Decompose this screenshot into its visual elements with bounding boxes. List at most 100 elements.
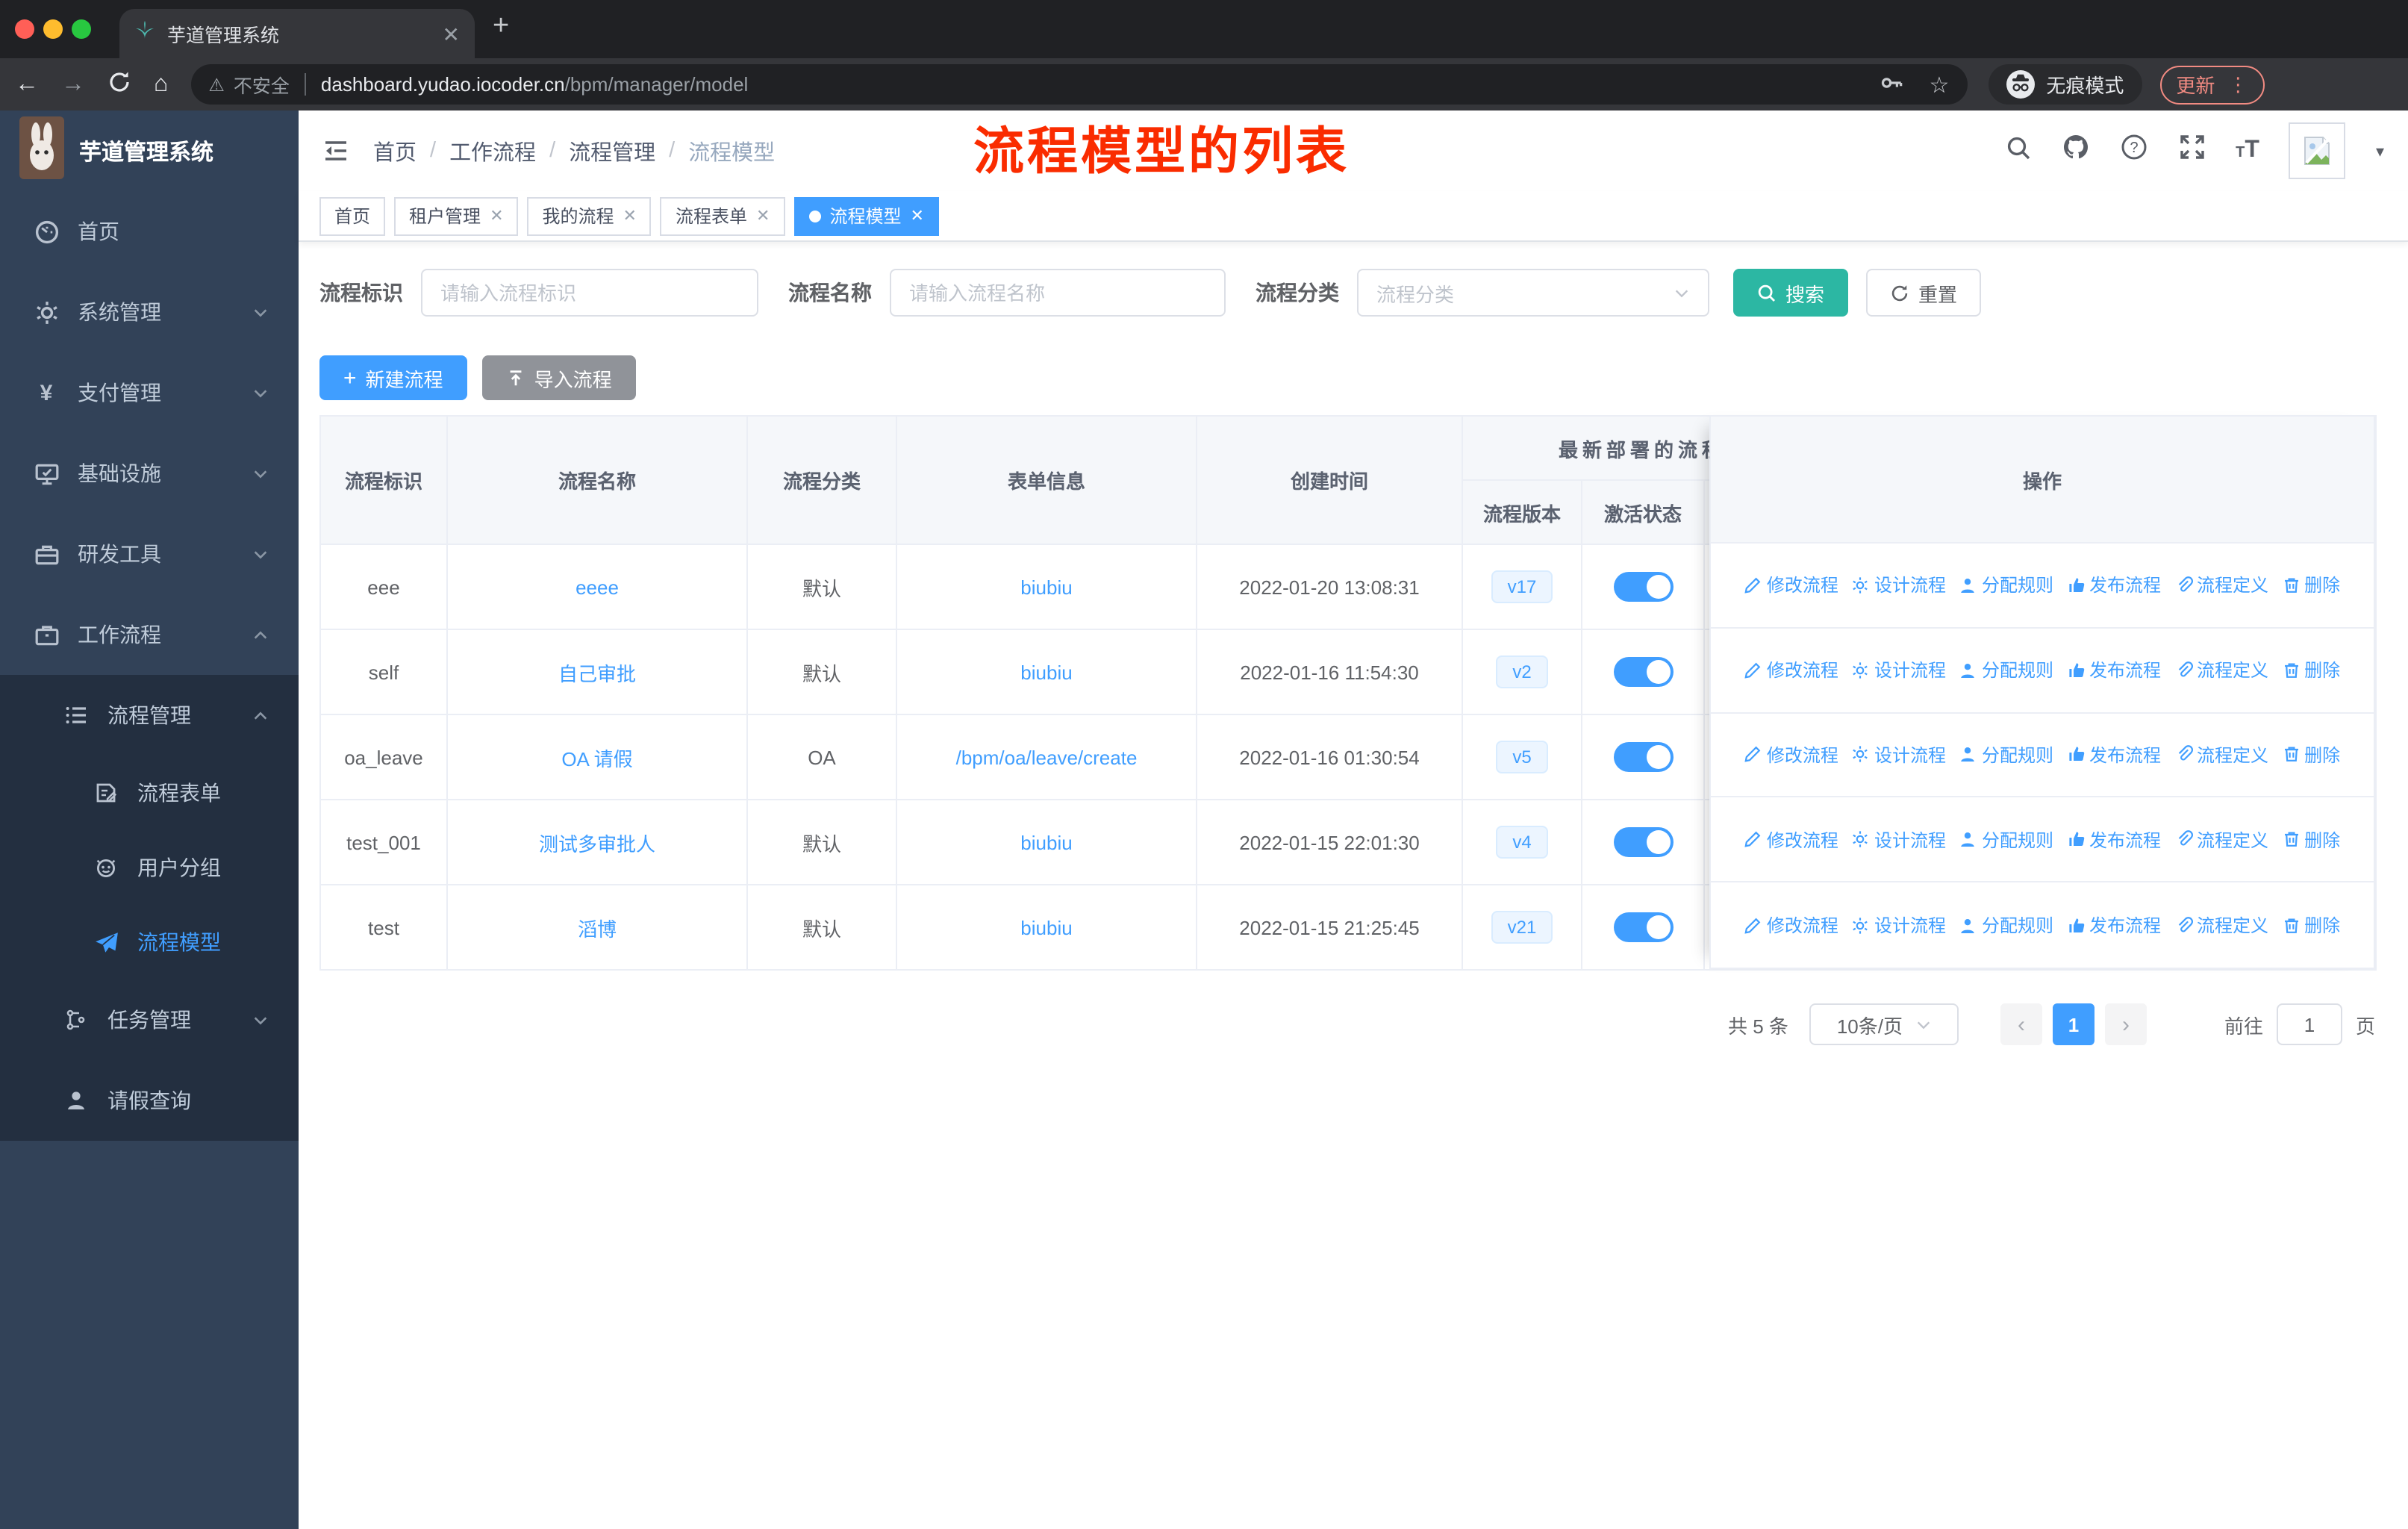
url-path[interactable]: /bpm/manager/model (565, 73, 749, 96)
active-status-toggle[interactable] (1613, 912, 1673, 942)
tab-close-icon[interactable]: ✕ (443, 23, 460, 44)
design-process-link[interactable]: 设计流程 (1852, 827, 1946, 853)
design-process-link[interactable]: 设计流程 (1852, 573, 1946, 598)
delete-process-link[interactable]: 删除 (2282, 657, 2340, 682)
import-process-button[interactable]: 导入流程 (481, 355, 636, 400)
design-process-link[interactable]: 设计流程 (1852, 742, 1946, 767)
active-status-toggle[interactable] (1613, 742, 1673, 772)
category-select[interactable]: 流程分类 (1357, 269, 1709, 317)
page-size-select[interactable]: 10条/页 (1809, 1003, 1959, 1045)
breadcrumb-item[interactable]: 流程管理 (569, 135, 655, 166)
prev-page-button[interactable]: ‹ (2000, 1003, 2042, 1045)
active-status-toggle[interactable] (1613, 572, 1673, 602)
publish-process-link[interactable]: 发布流程 (2067, 912, 2161, 938)
update-label[interactable]: 更新 (2176, 70, 2215, 99)
forward-icon[interactable]: → (61, 72, 85, 96)
process-definition-link[interactable]: 流程定义 (2174, 573, 2268, 598)
minimize-window-button[interactable] (43, 19, 63, 39)
form-info-link[interactable]: biubiu (1020, 916, 1072, 938)
close-icon[interactable]: ✕ (756, 206, 770, 225)
assign-rule-link[interactable]: 分配规则 (1959, 912, 2053, 938)
search-icon[interactable] (2004, 134, 2031, 168)
close-icon[interactable]: ✕ (490, 206, 503, 225)
publish-process-link[interactable]: 发布流程 (2067, 657, 2161, 682)
browser-menu-button[interactable]: 更新 ⋮ (2159, 65, 2265, 104)
process-definition-link[interactable]: 流程定义 (2174, 657, 2268, 682)
design-process-link[interactable]: 设计流程 (1852, 657, 1946, 682)
active-status-toggle[interactable] (1613, 657, 1673, 687)
home-icon[interactable]: ⌂ (154, 72, 168, 96)
sidebar-item-process-mgmt[interactable]: 流程管理 (0, 675, 299, 756)
process-definition-link[interactable]: 流程定义 (2174, 742, 2268, 767)
sidebar-item-leave-query[interactable]: 请假查询 (0, 1060, 299, 1141)
address-bar[interactable]: ⚠ 不安全 dashboard.yudao.iocoder.cn /bpm/ma… (190, 64, 1968, 105)
design-process-link[interactable]: 设计流程 (1852, 912, 1946, 938)
delete-process-link[interactable]: 删除 (2282, 912, 2340, 938)
publish-process-link[interactable]: 发布流程 (2067, 573, 2161, 598)
sidebar-item-payment[interactable]: ¥ 支付管理 (0, 352, 299, 433)
github-icon[interactable] (2061, 133, 2089, 169)
security-label[interactable]: 不安全 (234, 70, 290, 99)
sidebar-item-infra[interactable]: 基础设施 (0, 433, 299, 514)
sidebar-item-workflow[interactable]: 工作流程 (0, 594, 299, 675)
bookmark-star-icon[interactable]: ☆ (1929, 71, 1949, 98)
security-warning-icon[interactable]: ⚠ (208, 74, 225, 95)
tag-process-form[interactable]: 流程表单 ✕ (660, 196, 785, 235)
edit-process-link[interactable]: 修改流程 (1744, 657, 1838, 682)
fullscreen-icon[interactable] (2177, 133, 2206, 169)
process-name-link[interactable]: 自己审批 (558, 662, 636, 685)
form-info-link[interactable]: biubiu (1020, 661, 1072, 683)
app-logo[interactable]: 芋道管理系统 (0, 110, 299, 191)
assign-rule-link[interactable]: 分配规则 (1959, 657, 2053, 682)
tag-home[interactable]: 首页 (319, 196, 386, 235)
process-name-link[interactable]: 测试多审批人 (539, 832, 655, 855)
current-page-button[interactable]: 1 (2052, 1003, 2094, 1045)
process-name-input[interactable] (890, 269, 1226, 317)
kebab-menu-icon[interactable]: ⋮ (2228, 72, 2248, 96)
delete-process-link[interactable]: 删除 (2282, 827, 2340, 853)
sidebar-item-home[interactable]: 首页 (0, 191, 299, 272)
assign-rule-link[interactable]: 分配规则 (1959, 573, 2053, 598)
process-id-input[interactable] (421, 269, 758, 317)
form-info-link[interactable]: biubiu (1020, 831, 1072, 853)
edit-process-link[interactable]: 修改流程 (1744, 827, 1838, 853)
new-tab-button[interactable]: + (493, 10, 509, 43)
reset-button[interactable]: 重置 (1866, 269, 1982, 317)
browser-tab[interactable]: 芋道管理系统 ✕ (119, 9, 475, 58)
tag-process-model[interactable]: 流程模型 ✕ (793, 196, 939, 235)
maximize-window-button[interactable] (72, 19, 91, 39)
active-status-toggle[interactable] (1613, 827, 1673, 857)
url-host[interactable]: dashboard.yudao.iocoder.cn (321, 73, 565, 96)
close-window-button[interactable] (15, 19, 34, 39)
next-page-button[interactable]: › (2104, 1003, 2147, 1045)
edit-process-link[interactable]: 修改流程 (1744, 912, 1838, 938)
process-name-link[interactable]: eeee (576, 576, 619, 598)
sidebar-item-task-mgmt[interactable]: 任务管理 (0, 980, 299, 1060)
assign-rule-link[interactable]: 分配规则 (1959, 827, 2053, 853)
breadcrumb-item[interactable]: 首页 (373, 135, 417, 166)
reload-icon[interactable] (107, 69, 131, 99)
font-size-icon[interactable]: TT (2236, 137, 2259, 164)
avatar-caret-icon[interactable]: ▾ (2376, 141, 2384, 161)
help-icon[interactable]: ? (2119, 133, 2147, 169)
goto-page-input[interactable] (2276, 1003, 2342, 1045)
process-definition-link[interactable]: 流程定义 (2174, 827, 2268, 853)
process-definition-link[interactable]: 流程定义 (2174, 912, 2268, 938)
publish-process-link[interactable]: 发布流程 (2067, 827, 2161, 853)
sidebar-fold-icon[interactable] (322, 137, 349, 164)
tag-my-process[interactable]: 我的流程 ✕ (527, 196, 652, 235)
sidebar-item-user-group[interactable]: 用户分组 (0, 830, 299, 905)
sidebar-item-system[interactable]: 系统管理 (0, 272, 299, 352)
edit-process-link[interactable]: 修改流程 (1744, 742, 1838, 767)
search-button[interactable]: 搜索 (1733, 269, 1849, 317)
process-name-link[interactable]: 滔博 (578, 918, 617, 940)
form-info-link[interactable]: /bpm/oa/leave/create (956, 746, 1138, 768)
close-icon[interactable]: ✕ (623, 206, 637, 225)
publish-process-link[interactable]: 发布流程 (2067, 742, 2161, 767)
back-icon[interactable]: ← (15, 72, 39, 96)
sidebar-item-process-form[interactable]: 流程表单 (0, 756, 299, 830)
delete-process-link[interactable]: 删除 (2282, 573, 2340, 598)
form-info-link[interactable]: biubiu (1020, 576, 1072, 598)
sidebar-item-devtools[interactable]: 研发工具 (0, 514, 299, 594)
close-icon[interactable]: ✕ (910, 206, 923, 225)
